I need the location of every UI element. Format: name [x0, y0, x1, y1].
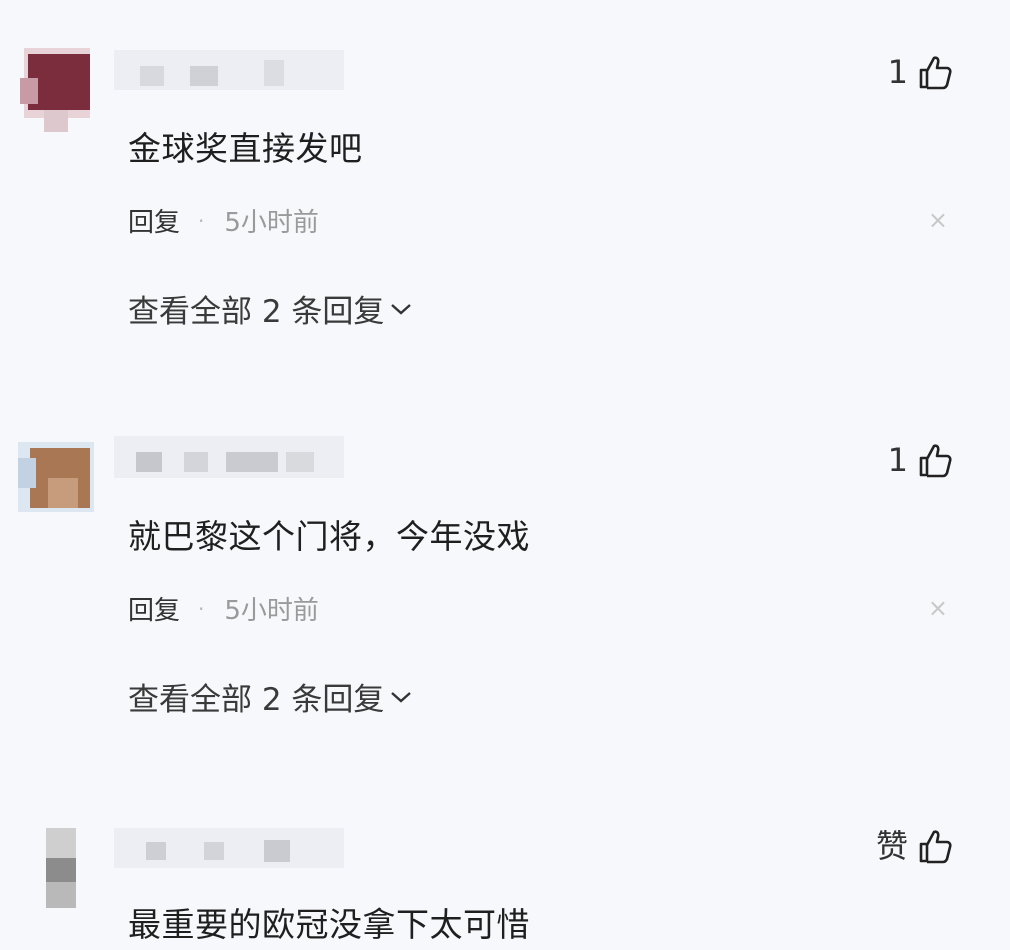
thumbs-up-icon	[919, 444, 952, 478]
like-label: 赞	[875, 827, 908, 865]
thumbs-up-icon	[919, 56, 952, 90]
meta-separator: ·	[198, 596, 205, 621]
chevron-down-icon	[391, 691, 412, 703]
avatar[interactable]	[10, 40, 94, 132]
comment-text: 就巴黎这个门将，今年没戏	[128, 517, 530, 556]
like-button[interactable]: 1	[888, 442, 952, 478]
avatar[interactable]	[10, 428, 94, 520]
avatar[interactable]	[10, 828, 94, 908]
reply-button[interactable]: 回复	[128, 202, 180, 239]
reply-button[interactable]: 回复	[128, 590, 180, 627]
comment-text: 最重要的欧冠没拿下太可惜	[128, 905, 530, 944]
comment-item-2: 1 就巴黎这个门将，今年没戏 回复 · 5小时前 × 查看全部 2 条回复	[0, 426, 1010, 776]
close-icon[interactable]: ×	[928, 206, 948, 234]
comment-item-1: 1 金球奖直接发吧 回复 · 5小时前 × 查看全部 2 条回复	[0, 38, 1010, 388]
like-button[interactable]: 赞	[876, 828, 952, 864]
view-replies-label: 查看全部 2 条回复	[128, 682, 385, 718]
comment-time: 5小时前	[224, 208, 319, 238]
view-replies-label: 查看全部 2 条回复	[128, 294, 385, 330]
view-replies-button[interactable]: 查看全部 2 条回复	[128, 674, 412, 719]
like-count: 1	[887, 53, 908, 91]
comment-text: 金球奖直接发吧	[128, 129, 363, 168]
chevron-down-icon	[391, 303, 412, 315]
username-blurred[interactable]	[114, 824, 344, 874]
view-replies-button[interactable]: 查看全部 2 条回复	[128, 286, 412, 331]
comment-meta: 回复 · 5小时前	[128, 590, 319, 627]
thumbs-up-icon	[919, 830, 952, 864]
close-icon[interactable]: ×	[928, 594, 948, 622]
comment-time: 5小时前	[224, 596, 319, 626]
meta-separator: ·	[198, 208, 205, 233]
like-count: 1	[887, 441, 908, 479]
comment-item-3: 赞 最重要的欧冠没拿下太可惜	[0, 818, 1010, 950]
username-blurred[interactable]	[114, 432, 344, 486]
username-blurred[interactable]	[114, 46, 344, 98]
comment-meta: 回复 · 5小时前	[128, 202, 319, 239]
like-button[interactable]: 1	[888, 54, 952, 90]
